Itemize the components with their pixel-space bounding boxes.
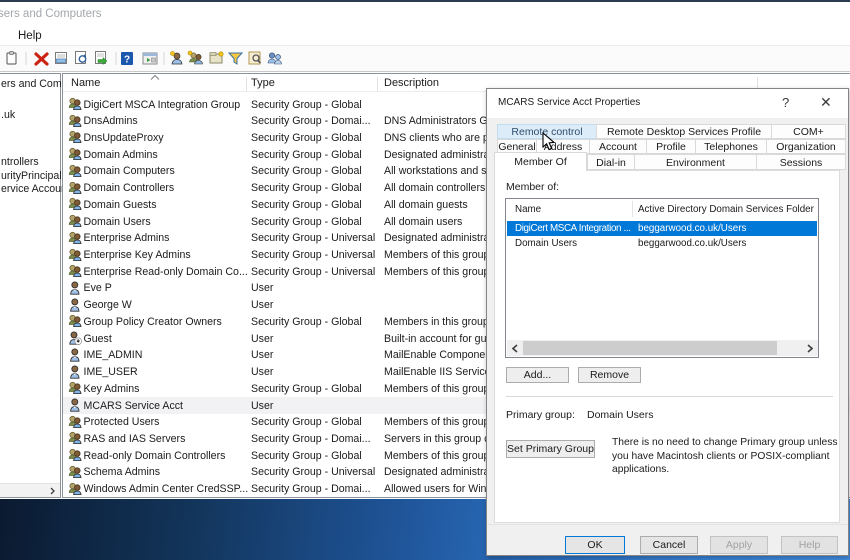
svg-text:?: ? (124, 55, 130, 66)
